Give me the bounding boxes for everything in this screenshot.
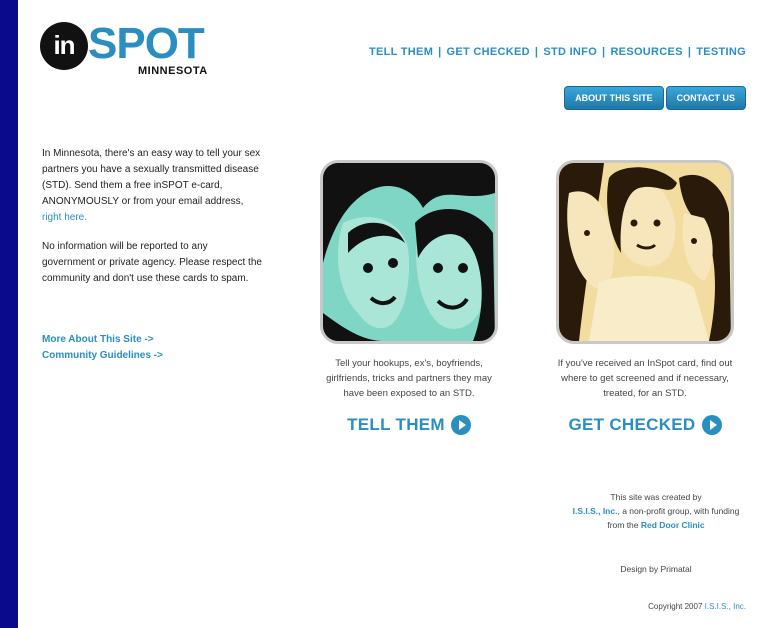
play-arrow-icon [450, 415, 471, 435]
nav-testing[interactable]: TESTING [696, 46, 746, 58]
tell-them-label: TELL THEM [347, 415, 445, 434]
top-nav: TELL THEM | GET CHECKED | STD INFO | RESOUR… [368, 46, 746, 58]
info-links: More About This Site -> Community Guidel… [42, 332, 163, 364]
utility-buttons: ABOUT THIS SITE CONTACT US [564, 86, 746, 110]
get-checked-button[interactable]: GET CHECKED [556, 415, 734, 435]
web-page: in SPOT MINNESOTA TELL THEM | GET CHECKED… [18, 0, 766, 628]
red-door-clinic-link[interactable]: Red Door Clinic [641, 520, 705, 530]
intro-paragraph-2: No information will be reported to any g… [42, 241, 262, 284]
copyright: Copyright 2007 I.S.I.S., Inc. [648, 602, 746, 611]
nav-std-info[interactable]: STD INFO [543, 46, 597, 58]
logo-brand: SPOT [88, 19, 205, 68]
get-checked-card: If you've received an InSpot card, find … [556, 160, 734, 435]
more-about-link[interactable]: More About This Site -> [42, 332, 163, 348]
logo-state: MINNESOTA [138, 65, 208, 77]
group-illustration [559, 163, 731, 341]
nav-resources[interactable]: RESOURCES [610, 46, 682, 58]
get-checked-description: If you've received an InSpot card, find … [557, 358, 733, 399]
inspot-logo[interactable]: in SPOT MINNESOTA [40, 19, 210, 82]
contact-us-button[interactable]: CONTACT US [665, 86, 746, 110]
site-credit: This site was created by I.S.I.S., Inc.,… [572, 492, 740, 530]
intro-text: In Minnesota, there's an easy way to tel… [42, 146, 262, 300]
design-credit: Design by Primatal [620, 564, 692, 574]
isis-link[interactable]: I.S.I.S., Inc. [573, 506, 618, 516]
copyright-owner-link[interactable]: I.S.I.S., Inc. [705, 602, 746, 611]
group-photo[interactable] [556, 160, 734, 344]
right-here-link[interactable]: right here. [42, 212, 87, 223]
community-guidelines-link[interactable]: Community Guidelines -> [42, 348, 163, 364]
nav-tell-them[interactable]: TELL THEM [369, 46, 433, 58]
logo-mark: in [40, 22, 88, 70]
intro-paragraph-1: In Minnesota, there's an easy way to tel… [42, 148, 261, 223]
play-arrow-icon [701, 415, 722, 435]
about-site-button[interactable]: ABOUT THIS SITE [564, 86, 664, 110]
tell-them-card: Tell your hookups, ex's, boyfriends, gir… [320, 160, 498, 435]
tell-them-button[interactable]: TELL THEM [320, 415, 498, 435]
couple-illustration [323, 163, 495, 341]
couple-photo[interactable] [320, 160, 498, 344]
tell-them-description: Tell your hookups, ex's, boyfriends, gir… [326, 358, 492, 399]
nav-get-checked[interactable]: GET CHECKED [447, 46, 530, 58]
get-checked-label: GET CHECKED [568, 415, 696, 434]
